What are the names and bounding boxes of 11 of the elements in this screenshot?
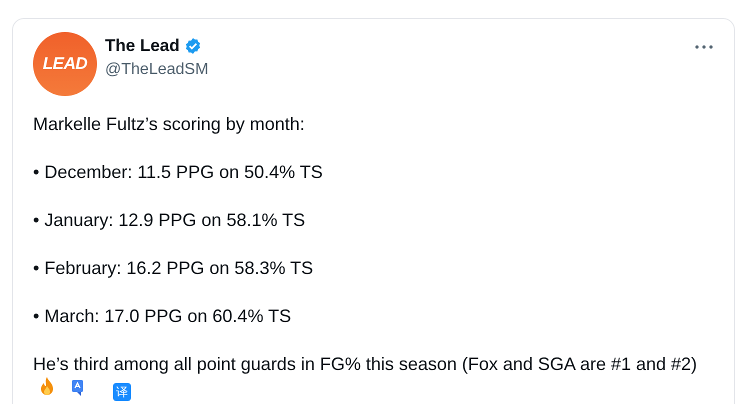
bullet-item: • January: 12.9 PPG on 58.1% TS [33, 209, 306, 232]
more-options-icon[interactable] [695, 45, 713, 49]
tweet-text: He’s third among all point guards in FG% this season (Fox and SGA are #1 and #2) [33, 354, 698, 374]
bullet-item: • February: 16.2 PPG on 58.3% TS [33, 257, 314, 280]
tweet-text: Markelle Fultz’s scoring by month: [33, 113, 306, 136]
translate-badge[interactable]: 译 [113, 383, 131, 401]
bullet-item: • December: 11.5 PPG on 50.4% TS [33, 161, 324, 184]
author-handle[interactable]: @TheLeadSM [105, 59, 208, 81]
author-name[interactable]: The Lead [105, 35, 180, 57]
bullet-item: • March: 17.0 PPG on 60.4% TS [33, 305, 292, 328]
logo-text: LEAD [42, 53, 88, 76]
